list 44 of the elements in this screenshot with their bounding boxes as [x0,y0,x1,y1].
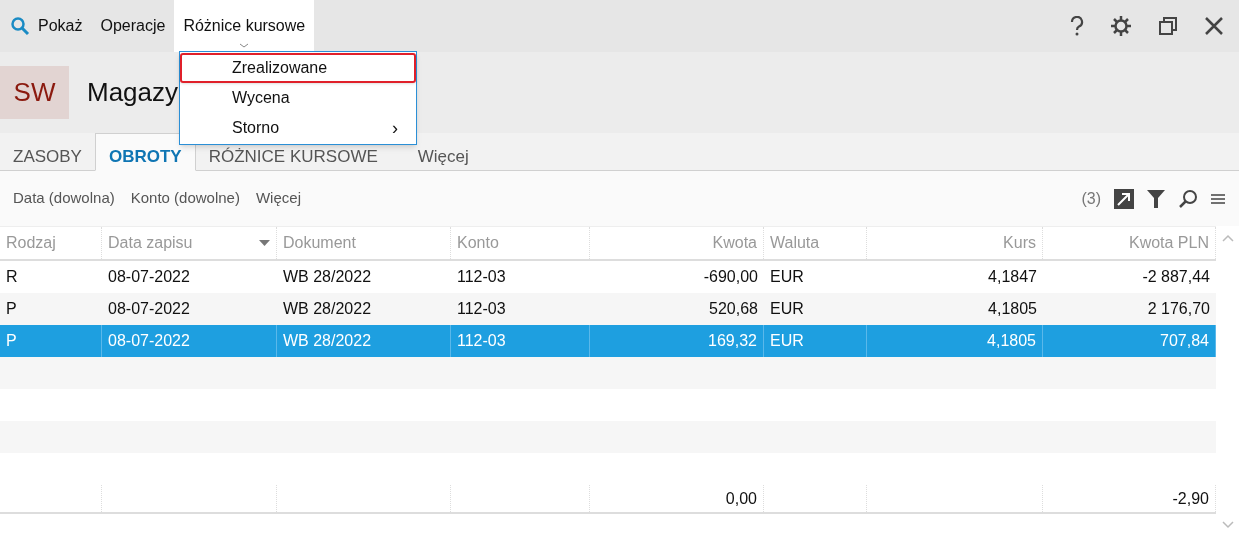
tab[interactable]: ZASOBY [0,133,95,171]
table-cell-text: WB 28/2022 [282,267,373,287]
app-badge: SW [0,66,69,119]
table-cell-text: -2 887,44 [1141,267,1211,287]
menu-item[interactable]: Pokaż [0,0,92,52]
sort-descending-icon [259,240,270,246]
table-cell-text: R [5,267,19,287]
table-cell-text: EUR [769,267,805,287]
table-row[interactable]: P 08-07-2022 WB 28/2022 112-03 520,68 EUR 4,1805 2 176,70 [0,293,1216,325]
table-cell-text: EUR [769,299,805,319]
settings-icon[interactable] [1110,15,1132,37]
menu-option[interactable]: Wycena [180,83,416,113]
table-cell-text: 520,68 [708,299,759,319]
filter-button[interactable]: Data (dowolna) [0,187,123,210]
filter-count: (3) [1081,188,1101,209]
menu-item[interactable]: Operacje [91,0,175,52]
table-cell-text: 08-07-2022 [107,299,191,319]
table-cell-text: 2 176,70 [1146,299,1211,319]
filter-button[interactable]: Więcej [247,187,309,210]
table-cell-text: 112-03 [456,299,507,319]
restore-icon[interactable] [1158,16,1178,36]
expand-icon[interactable] [1114,188,1134,209]
table-cell-text: 4,1805 [987,299,1038,319]
table-cell-text: 4,1847 [987,267,1038,287]
menu-option[interactable]: Zrealizowane [180,53,416,83]
tab[interactable]: OBROTY [94,133,196,171]
page-title: Magazy [87,76,179,109]
menu-icon[interactable] [1211,192,1225,205]
submenu-arrow: › [392,116,398,140]
close-icon[interactable] [1204,16,1224,36]
search-icon [10,16,30,36]
table-cell-text: 08-07-2022 [107,267,191,287]
table-cell-text: P [5,299,18,319]
search-icon[interactable] [1178,188,1198,209]
menu-item[interactable]: Różnice kursowe [174,0,315,52]
table-cell-text: 112-03 [456,267,507,287]
table-cell-text: -690,00 [702,267,759,287]
help-icon[interactable] [1070,16,1084,36]
total-cell: -2,90 [1043,485,1216,512]
chevron-down-icon [239,43,250,48]
filter-icon[interactable] [1147,188,1165,209]
table-cell-text: WB 28/2022 [282,299,373,319]
total-cell: 0,00 [590,485,764,512]
filter-button[interactable]: Konto (dowolne) [122,187,248,210]
